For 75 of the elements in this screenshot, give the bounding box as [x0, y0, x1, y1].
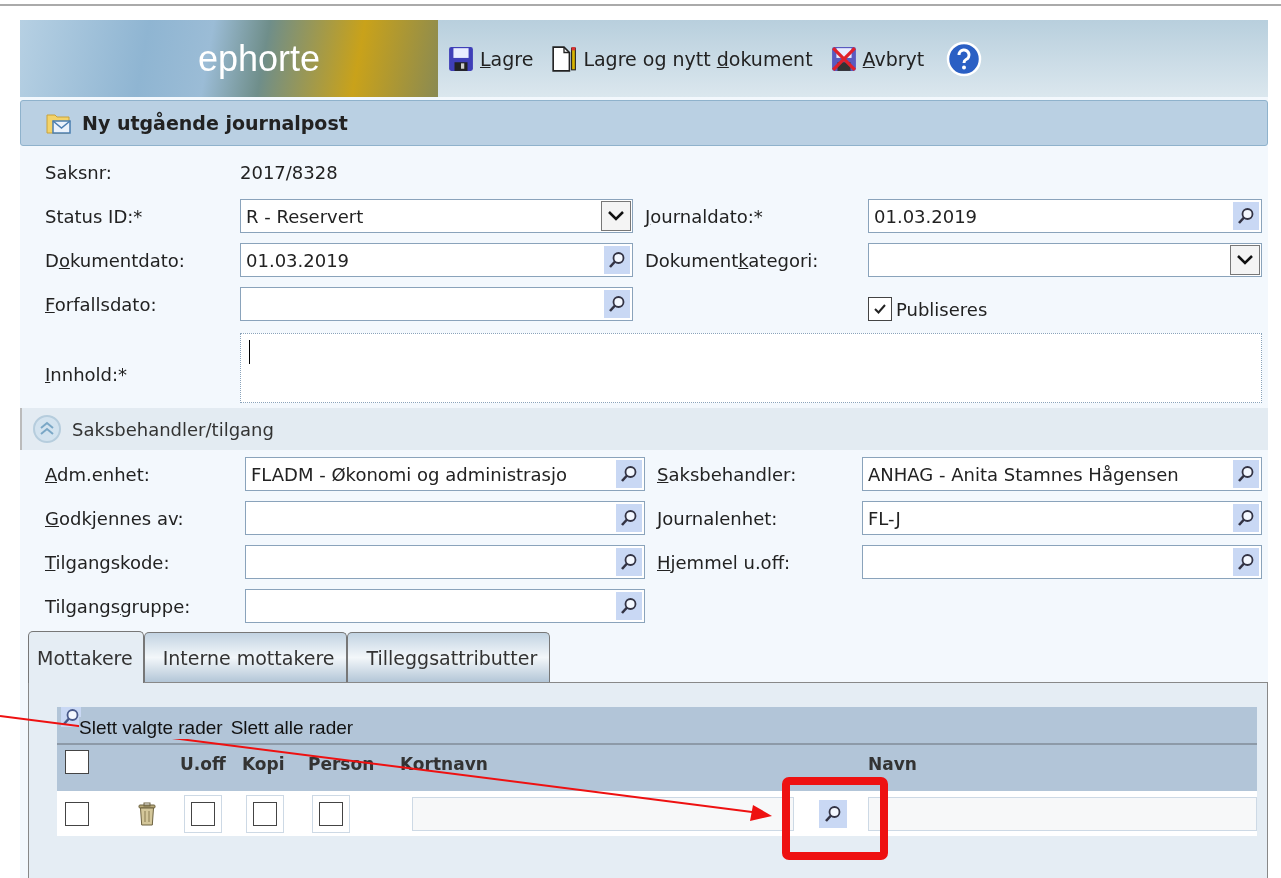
lookup-field[interactable]: [245, 589, 645, 623]
toolbar-button[interactable]: Avbryt: [830, 45, 925, 72]
case-number: 2017/8328: [240, 161, 338, 183]
field-label: Dokumentkategori:: [645, 249, 819, 271]
search-button[interactable]: [1233, 548, 1259, 576]
search-button[interactable]: [616, 592, 642, 620]
field-label: Hjemmel u.off:: [657, 551, 791, 573]
search-icon: [1236, 464, 1256, 484]
search-icon: [619, 508, 639, 528]
field-label: Journalenhet:: [657, 507, 778, 529]
name-field[interactable]: [868, 796, 1257, 831]
lookup-field[interactable]: FL-J: [862, 501, 1262, 535]
search-icon: [619, 596, 639, 616]
field-label: Innhold:*: [45, 363, 128, 385]
search-button[interactable]: [604, 246, 630, 274]
checkbox[interactable]: [868, 297, 892, 321]
lookup-field[interactable]: 01.03.2019: [868, 199, 1262, 233]
tab[interactable]: Tilleggsattributter: [347, 632, 551, 682]
column-header: U.off: [180, 754, 226, 774]
field-label: Saksnr:: [45, 161, 112, 183]
checkbox[interactable]: [253, 801, 277, 826]
search-button[interactable]: [616, 504, 642, 532]
lookup-field[interactable]: [245, 545, 645, 579]
checkbox[interactable]: [319, 801, 343, 826]
field-label: Forfallsdato:: [45, 293, 157, 315]
section-header[interactable]: Saksbehandler/tilgang: [20, 408, 1268, 450]
field-label: Dokumentdato:: [45, 249, 185, 271]
field-label: Tilgangskode:: [45, 551, 170, 573]
dropdown-field[interactable]: R - Reservert: [240, 199, 633, 233]
tab[interactable]: Interne mottakere: [143, 632, 348, 682]
search-button[interactable]: [819, 799, 847, 828]
checkbox[interactable]: [191, 801, 215, 826]
lookup-field[interactable]: ANHAG - Anita Stamnes Hågensen: [862, 457, 1262, 491]
select-all-checkbox[interactable]: [65, 749, 89, 774]
lookup-field[interactable]: 01.03.2019: [240, 243, 633, 277]
search-icon: [607, 294, 627, 314]
document-pencil-icon: [551, 45, 578, 72]
short-name-field[interactable]: [412, 796, 794, 831]
column-header: Navn: [868, 754, 917, 774]
form-title: Ny utgående journalpost: [82, 112, 348, 134]
tab[interactable]: Mottakere: [28, 631, 144, 683]
row-checkbox[interactable]: [65, 801, 89, 826]
search-icon: [607, 250, 627, 270]
field-label: Godkjennes av:: [45, 507, 184, 529]
search-icon: [619, 464, 639, 484]
help-button[interactable]: [946, 40, 983, 77]
search-icon: [823, 803, 843, 824]
search-icon: [1236, 508, 1256, 528]
search-icon: [1236, 206, 1256, 226]
toolbar-button[interactable]: Lagre og nytt dokument: [551, 45, 813, 72]
search-button[interactable]: [1233, 504, 1259, 532]
toolbar-button[interactable]: Lagre: [448, 45, 534, 72]
search-button[interactable]: [604, 290, 630, 318]
cancel-icon: [830, 45, 857, 72]
search-button[interactable]: [616, 460, 642, 488]
field-label: Status ID:*: [45, 205, 143, 227]
column-header: Kortnavn: [400, 754, 488, 774]
lookup-field[interactable]: [245, 501, 645, 535]
dropdown-field[interactable]: [868, 243, 1262, 277]
field-label: Tilgangsgruppe:: [45, 595, 191, 617]
field-label: Journaldato:*: [645, 205, 763, 227]
lookup-field[interactable]: [240, 287, 633, 321]
column-header: Kopi: [242, 754, 285, 774]
search-button[interactable]: [1233, 202, 1259, 230]
search-icon: [1236, 552, 1256, 572]
delete-rows-link[interactable]: Slett valgte rader: [79, 717, 223, 739]
lookup-field[interactable]: FLADM - Økonomi og administrasjo: [245, 457, 645, 491]
search-button[interactable]: [1233, 460, 1259, 488]
search-button[interactable]: [616, 548, 642, 576]
field-label: Saksbehandler:: [657, 463, 797, 485]
field-label: Adm.enhet:: [45, 463, 150, 485]
lookup-field[interactable]: [862, 545, 1262, 579]
checkbox-label: Publiseres: [896, 298, 988, 320]
trash-icon[interactable]: [136, 801, 157, 826]
search-icon: [619, 552, 639, 572]
